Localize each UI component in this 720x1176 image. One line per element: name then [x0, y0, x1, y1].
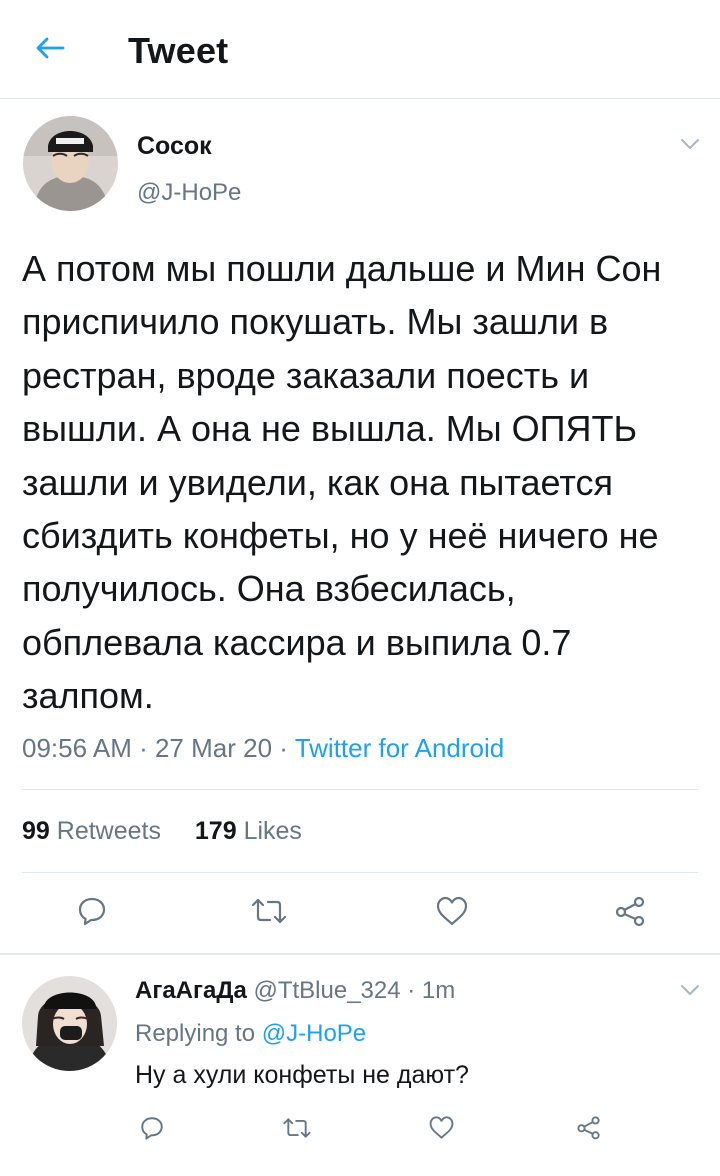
more-options-button[interactable]	[675, 136, 705, 156]
reply-author-name[interactable]: АгаАгаДа	[135, 977, 247, 1004]
back-button[interactable]	[26, 30, 74, 70]
page-title: Tweet	[128, 30, 229, 71]
reply-time: 1m	[421, 977, 456, 1004]
retweet-icon	[250, 896, 288, 931]
reply-like-button[interactable]	[425, 1114, 457, 1146]
retweet-button[interactable]	[247, 893, 291, 933]
retweet-icon	[282, 1116, 312, 1145]
tweet-meta: 09:56 AM · 27 Mar 20 · Twitter for Andro…	[22, 733, 504, 764]
tweet-stats: 99 Retweets 179 Likes	[22, 817, 302, 846]
like-button[interactable]	[432, 893, 472, 933]
retweets-count: 99	[22, 817, 50, 845]
likes-label: Likes	[243, 817, 302, 845]
share-button[interactable]	[610, 893, 650, 933]
retweets-stat[interactable]: 99 Retweets	[22, 817, 161, 845]
section-separator	[0, 953, 720, 955]
reply-icon	[139, 1115, 165, 1146]
chevron-down-icon	[680, 983, 700, 1001]
author-name[interactable]: Сосок	[137, 132, 212, 161]
reply-separator: ·	[400, 977, 422, 1004]
reply-text: Ну а хули конфеты не дают?	[135, 1061, 469, 1089]
reply-retweet-button[interactable]	[280, 1114, 314, 1146]
share-icon	[575, 1115, 602, 1145]
meta-separator: ·	[272, 733, 295, 763]
reply-more-options-button[interactable]	[675, 982, 705, 1002]
share-icon	[613, 895, 647, 932]
likes-stat[interactable]: 179 Likes	[195, 817, 302, 845]
like-icon	[428, 1115, 455, 1145]
arrow-left-icon	[34, 36, 66, 65]
like-icon	[435, 895, 469, 932]
reply-button[interactable]	[72, 893, 112, 933]
tweet-text: А потом мы пошли дальше и Мин Сон приспи…	[22, 248, 662, 717]
meta-separator: ·	[131, 733, 155, 763]
replying-to-label: Replying to	[135, 1020, 256, 1047]
divider	[22, 789, 698, 790]
author-handle[interactable]: @J-HoPe	[137, 179, 241, 207]
reply-avatar[interactable]	[22, 976, 117, 1071]
avatar[interactable]	[23, 116, 118, 211]
reply-author-handle[interactable]: @TtBlue_324	[253, 977, 400, 1004]
reply-icon	[76, 895, 108, 932]
likes-count: 179	[194, 817, 237, 845]
top-bar: Tweet	[0, 0, 720, 99]
retweets-label: Retweets	[56, 817, 161, 845]
reply-share-button[interactable]	[572, 1114, 604, 1146]
replying-to: Replying to @J-HoPe	[135, 1020, 366, 1048]
replying-to-mention[interactable]: @J-HoPe	[262, 1020, 366, 1047]
tweet-date: 27 Mar 20	[154, 733, 273, 763]
chevron-down-icon	[680, 137, 700, 155]
tweet-time: 09:56 AM	[22, 733, 132, 763]
reply-header: АгаАгаДа @TtBlue_324 · 1m	[135, 977, 455, 1005]
reply-reply-button[interactable]	[136, 1114, 168, 1146]
divider	[22, 872, 698, 873]
tweet-source-link[interactable]: Twitter for Android	[295, 733, 505, 763]
